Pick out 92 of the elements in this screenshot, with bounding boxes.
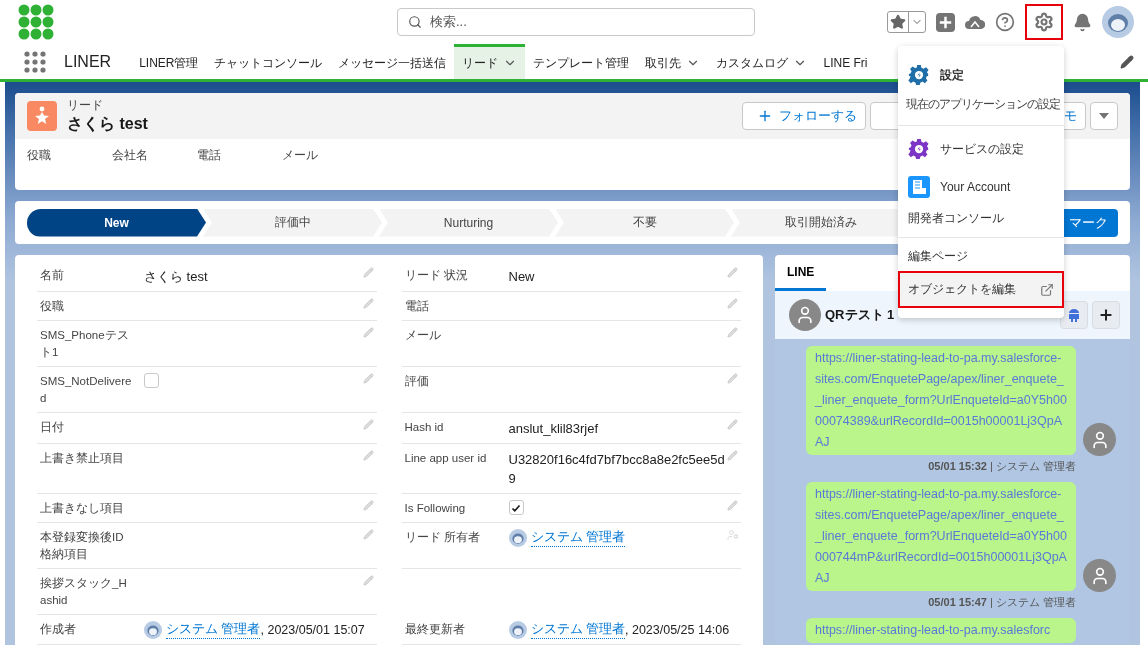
check-icon [511,502,521,513]
highlight-label: 会社名 [112,147,149,164]
menu-item[interactable]: サービスの設定 [898,130,1064,170]
field-value: New [508,269,535,284]
contact-name: QRテスト 1 [825,306,895,324]
nav-tab[interactable]: チャットコンソール [206,44,331,79]
cloud-icon[interactable] [965,13,985,31]
menu-item[interactable]: 設定 [898,56,1064,96]
field-label: 日付 [40,420,65,435]
menu-subtitle: 現在のアプリケーションの設定 [905,96,1061,113]
object-label: リード [67,97,104,114]
field-label: 電話 [404,299,430,314]
star-icon [890,14,906,30]
field-label: 最終更新者 [404,622,466,637]
avatar-icon [1102,6,1134,38]
field-label: Is Following [404,501,467,516]
field-label: 役職 [40,299,65,314]
path-stage[interactable]: Nurturing [379,208,558,237]
field-label: 挨拶スタック_Hashid [40,576,128,608]
robot-icon [1068,308,1080,322]
highlight-label: 役職 [27,147,52,164]
user-link[interactable]: システム 管理者 [530,621,625,639]
message-meta: 05/01 15:32 | システム 管理者 [928,459,1076,474]
field-value: U32820f16c4fd7bf7bcc8a8e2fc5ee5d9 [508,452,725,486]
field-label: 本登録変換後ID格納項目 [40,530,125,562]
field-label: メール [404,328,442,343]
message-meta: 05/01 15:47 | システム 管理者 [928,595,1076,610]
path-stage[interactable]: 不要 [555,208,734,237]
plus-icon [1098,307,1114,323]
nav-tab[interactable]: メッセージ一括送信 [330,44,455,79]
follow-button[interactable]: フォローする [742,102,866,130]
avatar-icon [1083,559,1116,592]
avatar-icon [789,299,821,331]
avatar-icon [508,621,527,639]
path-stage[interactable]: 評価中 [203,208,382,237]
nav-tab[interactable]: LINE Fri [815,44,876,79]
menu-item[interactable]: Your Account [898,170,1064,204]
logo-icon [18,4,54,40]
user-link[interactable]: システム 管理者 [530,529,625,547]
person-icon[interactable] [727,529,739,541]
field-label: リード 所有者 [404,530,481,545]
settings-button[interactable] [1025,4,1063,40]
highlight-label: 電話 [197,147,222,164]
app-name: LINER [64,52,112,71]
field-label: 上書きなし項目 [40,501,125,517]
nav-tab[interactable]: リード [454,44,526,79]
nav-tab[interactable]: カスタムログ [708,44,816,79]
field-label: SMS_NotDelivered [40,374,132,406]
nav-tab[interactable]: LINER管理 [131,44,207,79]
field-label: 上書き禁止項目 [40,451,125,466]
checkbox[interactable] [508,500,524,515]
user-link[interactable]: システム 管理者 [166,621,261,639]
highlight-label: メール [282,147,319,164]
record-name: さくら test [67,114,148,134]
help-icon[interactable] [995,12,1015,32]
avatar-icon [1083,423,1116,456]
gear-icon [908,64,930,86]
field-label: リード 状況 [404,268,469,283]
path-stage[interactable]: New [27,208,206,237]
avatar-icon [144,621,162,639]
external-link-icon [1040,282,1054,297]
more-actions-button[interactable] [1090,102,1118,130]
menu-item[interactable]: 編集ページ [898,242,1064,271]
search-icon [408,15,422,29]
favorites-button[interactable] [887,11,926,33]
timestamp: , 2023/05/01 15:07 [260,623,365,637]
app-launcher-icon[interactable] [24,50,46,73]
settings-icon [1034,12,1054,32]
search-field[interactable]: 検索... [397,8,755,36]
checkbox[interactable] [144,373,159,388]
nav-tab[interactable]: テンプレート管理 [525,44,638,79]
menu-item[interactable]: オブジェクトを編集 [898,271,1064,308]
field-value: anslut_klil83rjef [508,421,599,436]
pencil-icon[interactable] [1120,54,1134,69]
nav-tab[interactable]: 取引先 [637,44,709,79]
plus-icon[interactable] [936,12,955,32]
building-icon [908,176,930,198]
field-label: 名前 [40,268,65,283]
robot-button[interactable] [1060,301,1088,329]
avatar-icon [508,529,527,547]
add-button[interactable] [1092,301,1120,329]
field-label: SMS_Phoneテスト1 [40,328,130,360]
field-label: Hash id [404,420,445,435]
field-label: Line app user id [404,451,488,466]
field-label: 作成者 [40,622,77,637]
caret-icon [1099,113,1109,119]
gear-icon [908,138,930,160]
field-value: さくら test [144,269,208,284]
bell-icon[interactable] [1073,12,1092,32]
plus-icon [757,108,773,124]
timestamp: , 2023/05/25 14:06 [625,623,730,637]
field-label: 評価 [404,374,430,389]
